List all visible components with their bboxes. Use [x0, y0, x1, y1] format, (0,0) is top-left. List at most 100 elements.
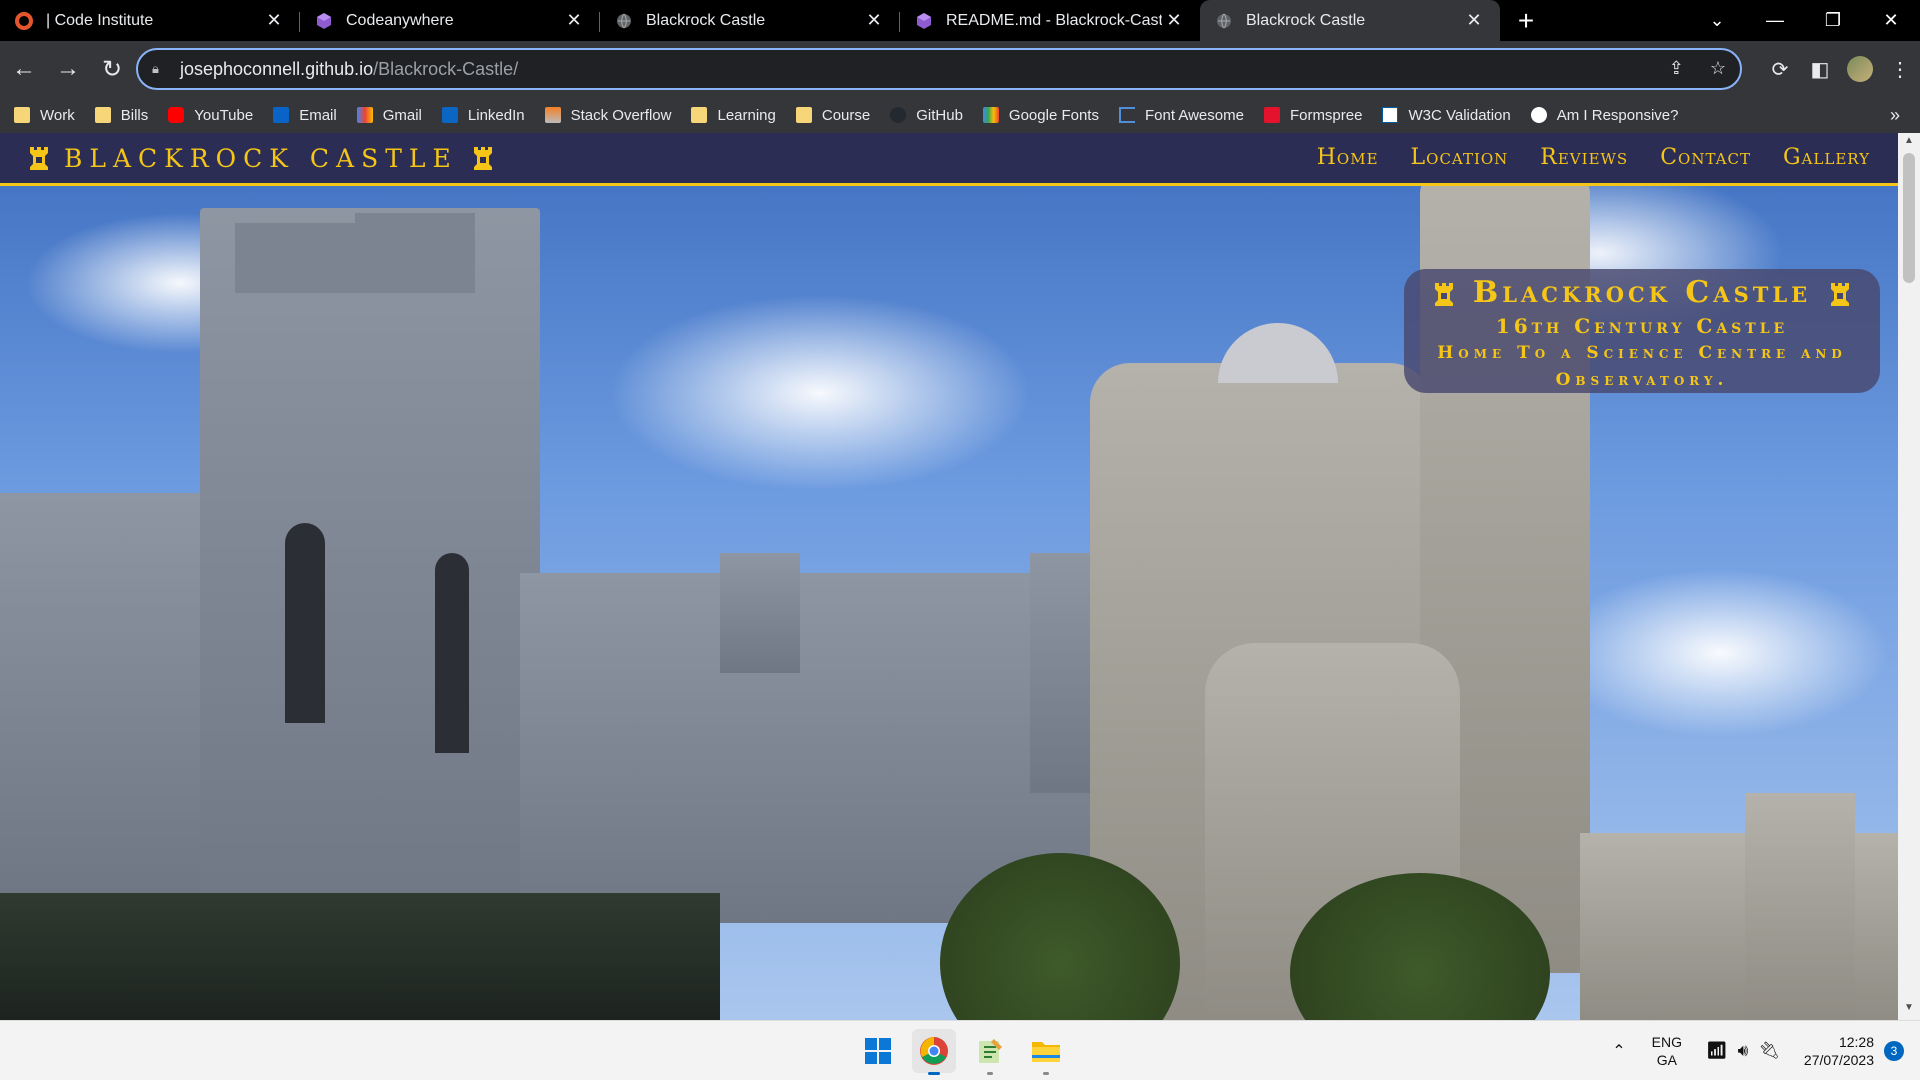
restore-button[interactable]: ❐	[1804, 0, 1862, 41]
notepad-icon	[979, 1039, 1002, 1063]
bookmark-google-fonts[interactable]: Google Fonts	[982, 107, 1099, 124]
tab-code-institute[interactable]: | Code Institute ✕	[0, 0, 300, 41]
bookmark-star-icon[interactable]: ☆	[1710, 58, 1726, 79]
bookmark-w3c[interactable]: W3C Validation	[1382, 107, 1511, 124]
hero-subtitle: 16th Century Castle	[1495, 314, 1789, 338]
close-tab-icon[interactable]: ✕	[562, 10, 586, 31]
reload-button[interactable]: ↻	[92, 49, 132, 89]
forward-button[interactable]: →	[48, 49, 88, 89]
rook-icon	[472, 145, 494, 171]
tab-title: | Code Institute	[46, 11, 154, 29]
scroll-thumb[interactable]	[1903, 153, 1915, 283]
close-tab-icon[interactable]: ✕	[862, 10, 886, 31]
bookmark-bills[interactable]: Bills	[94, 107, 148, 124]
rook-icon	[28, 145, 50, 171]
amiresponsive-icon	[1530, 107, 1547, 123]
taskbar-editor[interactable]	[968, 1029, 1012, 1075]
nav-gallery[interactable]: Gallery	[1783, 145, 1870, 170]
windows-icon	[865, 1038, 891, 1064]
tab-blackrock-castle-active[interactable]: Blackrock Castle ✕	[1200, 0, 1500, 41]
bookmark-work[interactable]: Work	[14, 107, 75, 124]
show-hidden-icons-icon[interactable]: ⌃	[1612, 1041, 1625, 1061]
hero-title: Blackrock Castle	[1472, 275, 1812, 310]
folder-icon	[94, 107, 111, 123]
side-panel-icon[interactable]: ◧	[1800, 49, 1840, 89]
scroll-down-icon[interactable]: ▼	[1898, 1002, 1920, 1018]
taskbar-chrome[interactable]	[912, 1029, 956, 1075]
w3c-icon	[1382, 107, 1399, 123]
site-logo[interactable]: BLACKROCK CASTLE	[28, 144, 494, 173]
close-tab-icon[interactable]: ✕	[1162, 10, 1186, 31]
folder-icon	[1032, 1042, 1060, 1062]
nav-reviews[interactable]: Reviews	[1540, 145, 1628, 170]
clock[interactable]: 12:28 27/07/2023	[1804, 1033, 1874, 1069]
tab-title: Codeanywhere	[346, 11, 454, 29]
start-button[interactable]	[856, 1029, 900, 1073]
share-icon[interactable]: ⇪	[1669, 58, 1684, 79]
bookmark-linkedin[interactable]: LinkedIn	[441, 107, 525, 124]
bookmark-github[interactable]: GitHub	[890, 107, 963, 124]
close-tab-icon[interactable]: ✕	[262, 10, 286, 31]
folder-icon	[14, 107, 30, 123]
globe-icon	[1214, 11, 1234, 31]
back-button[interactable]: ←	[4, 49, 44, 89]
tab-title: Blackrock Castle	[1246, 11, 1366, 29]
stackoverflow-icon	[544, 107, 561, 123]
main-nav: Home Location Reviews Contact Gallery	[1317, 145, 1870, 170]
close-window-button[interactable]: ✕	[1862, 0, 1920, 41]
bookmark-font-awesome[interactable]: Font Awesome	[1118, 107, 1244, 124]
tab-title: Blackrock Castle	[646, 11, 766, 29]
more-bookmarks-icon[interactable]: »	[1890, 105, 1900, 126]
tab-search-icon[interactable]: ⌄	[1688, 0, 1746, 41]
address-bar[interactable]: 🔒︎ josephoconnell.github.io/Blackrock-Ca…	[136, 48, 1742, 90]
codeanywhere-icon	[914, 11, 934, 31]
nav-contact[interactable]: Contact	[1660, 145, 1751, 170]
bookmark-am-i-responsive[interactable]: Am I Responsive?	[1530, 107, 1678, 124]
bookmark-formspree[interactable]: Formspree	[1263, 107, 1362, 124]
nav-location[interactable]: Location	[1411, 145, 1509, 170]
time: 12:28	[1838, 1034, 1874, 1050]
lock-icon[interactable]: 🔒︎	[152, 61, 166, 77]
window-controls: ⌄ — ❐ ✕	[1688, 0, 1920, 41]
formspree-icon	[1263, 107, 1280, 123]
bookmark-course[interactable]: Course	[795, 107, 870, 124]
bookmark-gmail[interactable]: Gmail	[356, 107, 422, 124]
wifi-icon[interactable]: 📶︎	[1706, 1041, 1728, 1061]
linkedin-icon	[441, 107, 458, 123]
profile-avatar[interactable]	[1840, 49, 1880, 89]
folder-icon	[691, 107, 708, 123]
tab-codeanywhere[interactable]: Codeanywhere ✕	[300, 0, 600, 41]
bookmark-learning[interactable]: Learning	[691, 107, 776, 124]
nav-home[interactable]: Home	[1317, 145, 1379, 170]
url-text[interactable]: josephoconnell.github.io/Blackrock-Castl…	[180, 59, 518, 80]
outlook-icon	[273, 107, 290, 123]
scroll-up-icon[interactable]: ▲	[1898, 135, 1920, 151]
bookmark-stack-overflow[interactable]: Stack Overflow	[544, 107, 671, 124]
page-scrollbar[interactable]: ▲ ▼	[1898, 133, 1920, 1020]
hero-caption: Blackrock Castle 16th Century Castle Hom…	[1404, 269, 1880, 393]
folder-icon	[795, 107, 812, 123]
new-tab-button[interactable]: +	[1506, 0, 1546, 41]
close-tab-icon[interactable]: ✕	[1462, 10, 1486, 31]
tab-blackrock-castle[interactable]: Blackrock Castle ✕	[600, 0, 900, 41]
volume-icon[interactable]: 🔊︎	[1738, 1041, 1749, 1061]
taskbar-file-explorer[interactable]	[1024, 1029, 1068, 1075]
menu-kebab-icon[interactable]: ⋮	[1880, 49, 1920, 89]
battery-icon[interactable]: 🔌︎	[1758, 1041, 1780, 1061]
bookmark-email[interactable]: Email	[273, 107, 337, 124]
hero-image	[0, 133, 1898, 1020]
github-icon	[890, 107, 907, 123]
notification-badge[interactable]: 3	[1884, 1041, 1904, 1061]
globe-icon	[614, 11, 634, 31]
minimize-button[interactable]: —	[1746, 0, 1804, 41]
avatar	[1847, 56, 1873, 82]
tab-readme[interactable]: README.md - Blackrock-Castle - ✕	[900, 0, 1200, 41]
google-fonts-icon	[982, 107, 999, 123]
date: 27/07/2023	[1803, 1052, 1874, 1068]
extension-icon[interactable]: ⟳	[1760, 49, 1800, 89]
language-indicator[interactable]: ENG GA	[1652, 1033, 1682, 1069]
chrome-icon	[920, 1037, 948, 1065]
bookmark-youtube[interactable]: YouTube	[168, 107, 253, 124]
codeanywhere-icon	[314, 11, 334, 31]
gmail-icon	[356, 107, 373, 123]
